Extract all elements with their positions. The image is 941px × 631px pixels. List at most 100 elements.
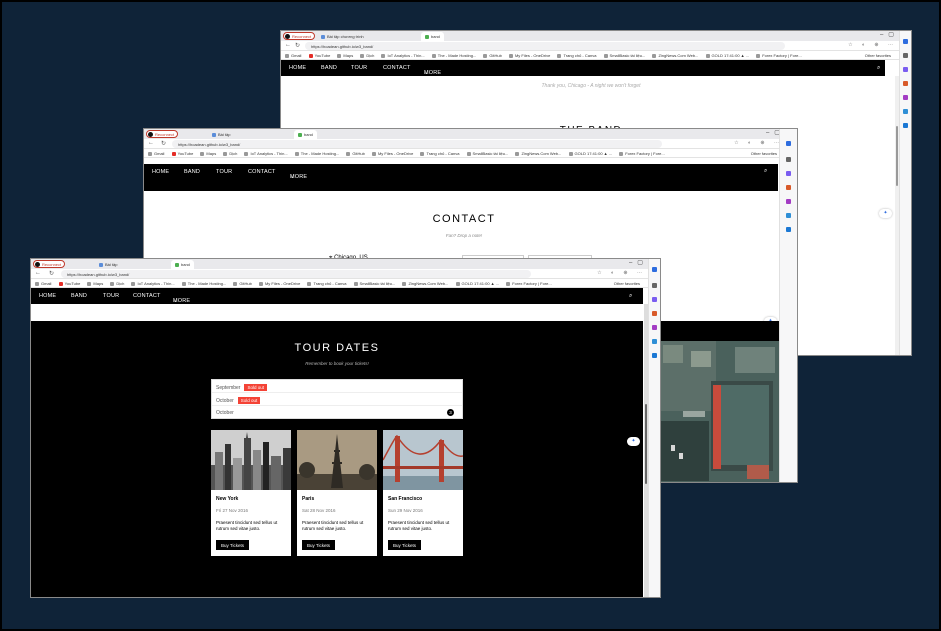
bookmark-item[interactable]: Trang chủ - Canva (420, 151, 459, 156)
bookmark-item[interactable]: IoT Analytics - Thin... (381, 53, 425, 58)
outlook-icon[interactable] (786, 227, 791, 232)
buy-tickets-button[interactable]: Buy Tickets (388, 540, 422, 550)
bookmark-item[interactable]: Gmail (285, 53, 301, 58)
nav-contact[interactable]: CONTACT (383, 65, 411, 71)
tools-icon[interactable] (786, 185, 791, 190)
tab-1[interactable]: Bài tập (208, 130, 234, 139)
bookmark-item[interactable]: ZingNews.Com Web... (652, 53, 698, 58)
search-icon[interactable]: ⌕ (764, 168, 768, 175)
bookmark-item[interactable]: Maps (87, 281, 103, 286)
bookmark-item[interactable]: Forex Factory | Fore... (756, 53, 802, 58)
nav-contact[interactable]: CONTACT (248, 169, 276, 175)
profile-button[interactable]: Reconnect (146, 130, 179, 138)
search-icon[interactable]: ⌕ (877, 65, 881, 72)
tab-2[interactable]: band (294, 130, 317, 139)
nav-band[interactable]: BAND (321, 65, 337, 71)
shopping-icon[interactable] (786, 171, 791, 176)
bookmark-item[interactable]: Dịch (110, 281, 124, 286)
profile-button[interactable]: Reconnect (283, 32, 316, 40)
tab-2[interactable]: band (171, 260, 194, 269)
tools-icon[interactable] (903, 81, 908, 86)
bookmark-item[interactable]: Dịch (360, 53, 374, 58)
nav-home[interactable]: HOME (289, 65, 306, 71)
url-input[interactable]: https://hoadean.github.io/w3_band/ (61, 270, 531, 278)
bookmark-item[interactable]: SmallBasic tài liệu... (466, 151, 508, 156)
back-icon[interactable]: ← (148, 140, 154, 146)
bookmark-item[interactable]: GOLD 17:41:00 ▲ ... (455, 281, 499, 286)
games-icon[interactable] (903, 95, 908, 100)
nav-tour[interactable]: TOUR (351, 65, 367, 71)
bookmark-item[interactable]: SmallBasic tài liệu... (603, 53, 645, 58)
copilot-icon[interactable] (903, 39, 908, 44)
toolbar-icons[interactable]: ☆ ◐ ⊕ ⋯ (734, 140, 783, 146)
copilot-icon[interactable]: ✦ (879, 209, 892, 218)
office-icon[interactable] (786, 213, 791, 218)
bookmark-item[interactable]: The - Made Hosting... (431, 53, 476, 58)
bookmark-item[interactable]: SmallBasic tài liệu... (353, 281, 395, 286)
bookmark-item[interactable]: My Files - OneDrive (258, 281, 300, 286)
buy-tickets-button[interactable]: Buy Tickets (216, 540, 250, 550)
back-icon[interactable]: ← (35, 270, 41, 276)
tab-1[interactable]: Bài tập (95, 260, 121, 269)
nav-tour[interactable]: TOUR (216, 169, 232, 175)
bookmark-item[interactable]: IoT Analytics - Thin... (131, 281, 175, 286)
other-favorites[interactable]: Other favorites (751, 151, 777, 156)
copilot-icon[interactable]: ✦ (627, 437, 640, 446)
bookmark-item[interactable]: The - Made Hosting... (294, 151, 339, 156)
bookmark-item[interactable]: Forex Factory | Fore... (506, 281, 552, 286)
nav-home[interactable]: HOME (152, 169, 169, 175)
shopping-icon[interactable] (652, 297, 657, 302)
bookmark-item[interactable]: Maps (337, 53, 353, 58)
bookmark-item[interactable]: GitHub (233, 281, 252, 286)
back-icon[interactable]: ← (285, 42, 291, 48)
profile-button[interactable]: Reconnect (33, 260, 66, 268)
bookmark-item[interactable]: ZingNews.Com Web... (515, 151, 561, 156)
refresh-icon[interactable]: ↻ (49, 270, 54, 277)
url-input[interactable]: https://hoadean.github.io/w3_band/ (305, 42, 785, 50)
outlook-icon[interactable] (903, 123, 908, 128)
bookmark-item[interactable]: Forex Factory | Fore... (619, 151, 665, 156)
shopping-icon[interactable] (903, 67, 908, 72)
tab-2[interactable]: band (421, 32, 444, 41)
bookmark-item[interactable]: GitHub (346, 151, 365, 156)
bookmark-item[interactable]: Gmail (148, 151, 164, 156)
bookmark-item[interactable]: IoT Analytics - Thin... (244, 151, 288, 156)
nav-tour[interactable]: TOUR (103, 293, 119, 299)
bookmark-item[interactable]: Trang chủ - Canva (557, 53, 596, 58)
bookmark-item[interactable]: Maps (200, 151, 216, 156)
bookmark-item[interactable]: YouTube (171, 151, 193, 156)
nav-band[interactable]: BAND (184, 169, 200, 175)
search-icon[interactable]: ⌕ (629, 293, 633, 300)
nav-home[interactable]: HOME (39, 293, 56, 299)
copilot-icon[interactable] (652, 267, 657, 272)
bookmark-item[interactable]: YouTube (308, 53, 330, 58)
games-icon[interactable] (652, 325, 657, 330)
bookmark-item[interactable]: YouTube (58, 281, 80, 286)
url-input[interactable]: https://hoadean.github.io/w3_band/ (172, 140, 662, 148)
bookmark-item[interactable]: GOLD 17:41:00 ▲ ... (568, 151, 612, 156)
bookmark-item[interactable]: Trang chủ - Canva (307, 281, 346, 286)
games-icon[interactable] (786, 199, 791, 204)
nav-band[interactable]: BAND (71, 293, 87, 299)
office-icon[interactable] (652, 339, 657, 344)
other-favorites[interactable]: Other favorites (614, 281, 640, 286)
search-icon[interactable] (903, 53, 908, 58)
bookmark-item[interactable]: Dịch (223, 151, 237, 156)
bookmark-item[interactable]: The - Made Hosting... (181, 281, 226, 286)
outlook-icon[interactable] (652, 353, 657, 358)
toolbar-icons[interactable]: ☆ ◐ ⊕ ⋯ (848, 42, 897, 48)
bookmark-item[interactable]: My Files - OneDrive (371, 151, 413, 156)
bookmark-item[interactable]: Gmail (35, 281, 51, 286)
toolbar-icons[interactable]: ☆ ◐ ⊕ ⋯ (597, 270, 646, 276)
other-favorites[interactable]: Other favorites (865, 53, 891, 58)
search-icon[interactable] (786, 157, 791, 162)
search-icon[interactable] (652, 283, 657, 288)
nav-contact[interactable]: CONTACT (133, 293, 161, 299)
buy-tickets-button[interactable]: Buy Tickets (302, 540, 336, 550)
copilot-icon[interactable] (786, 141, 791, 146)
bookmark-item[interactable]: My Files - OneDrive (508, 53, 550, 58)
bookmark-item[interactable]: GOLD 17:41:00 ▲ ... (705, 53, 749, 58)
bookmark-item[interactable]: ZingNews.Com Web... (402, 281, 448, 286)
refresh-icon[interactable]: ↻ (295, 42, 300, 49)
office-icon[interactable] (903, 109, 908, 114)
